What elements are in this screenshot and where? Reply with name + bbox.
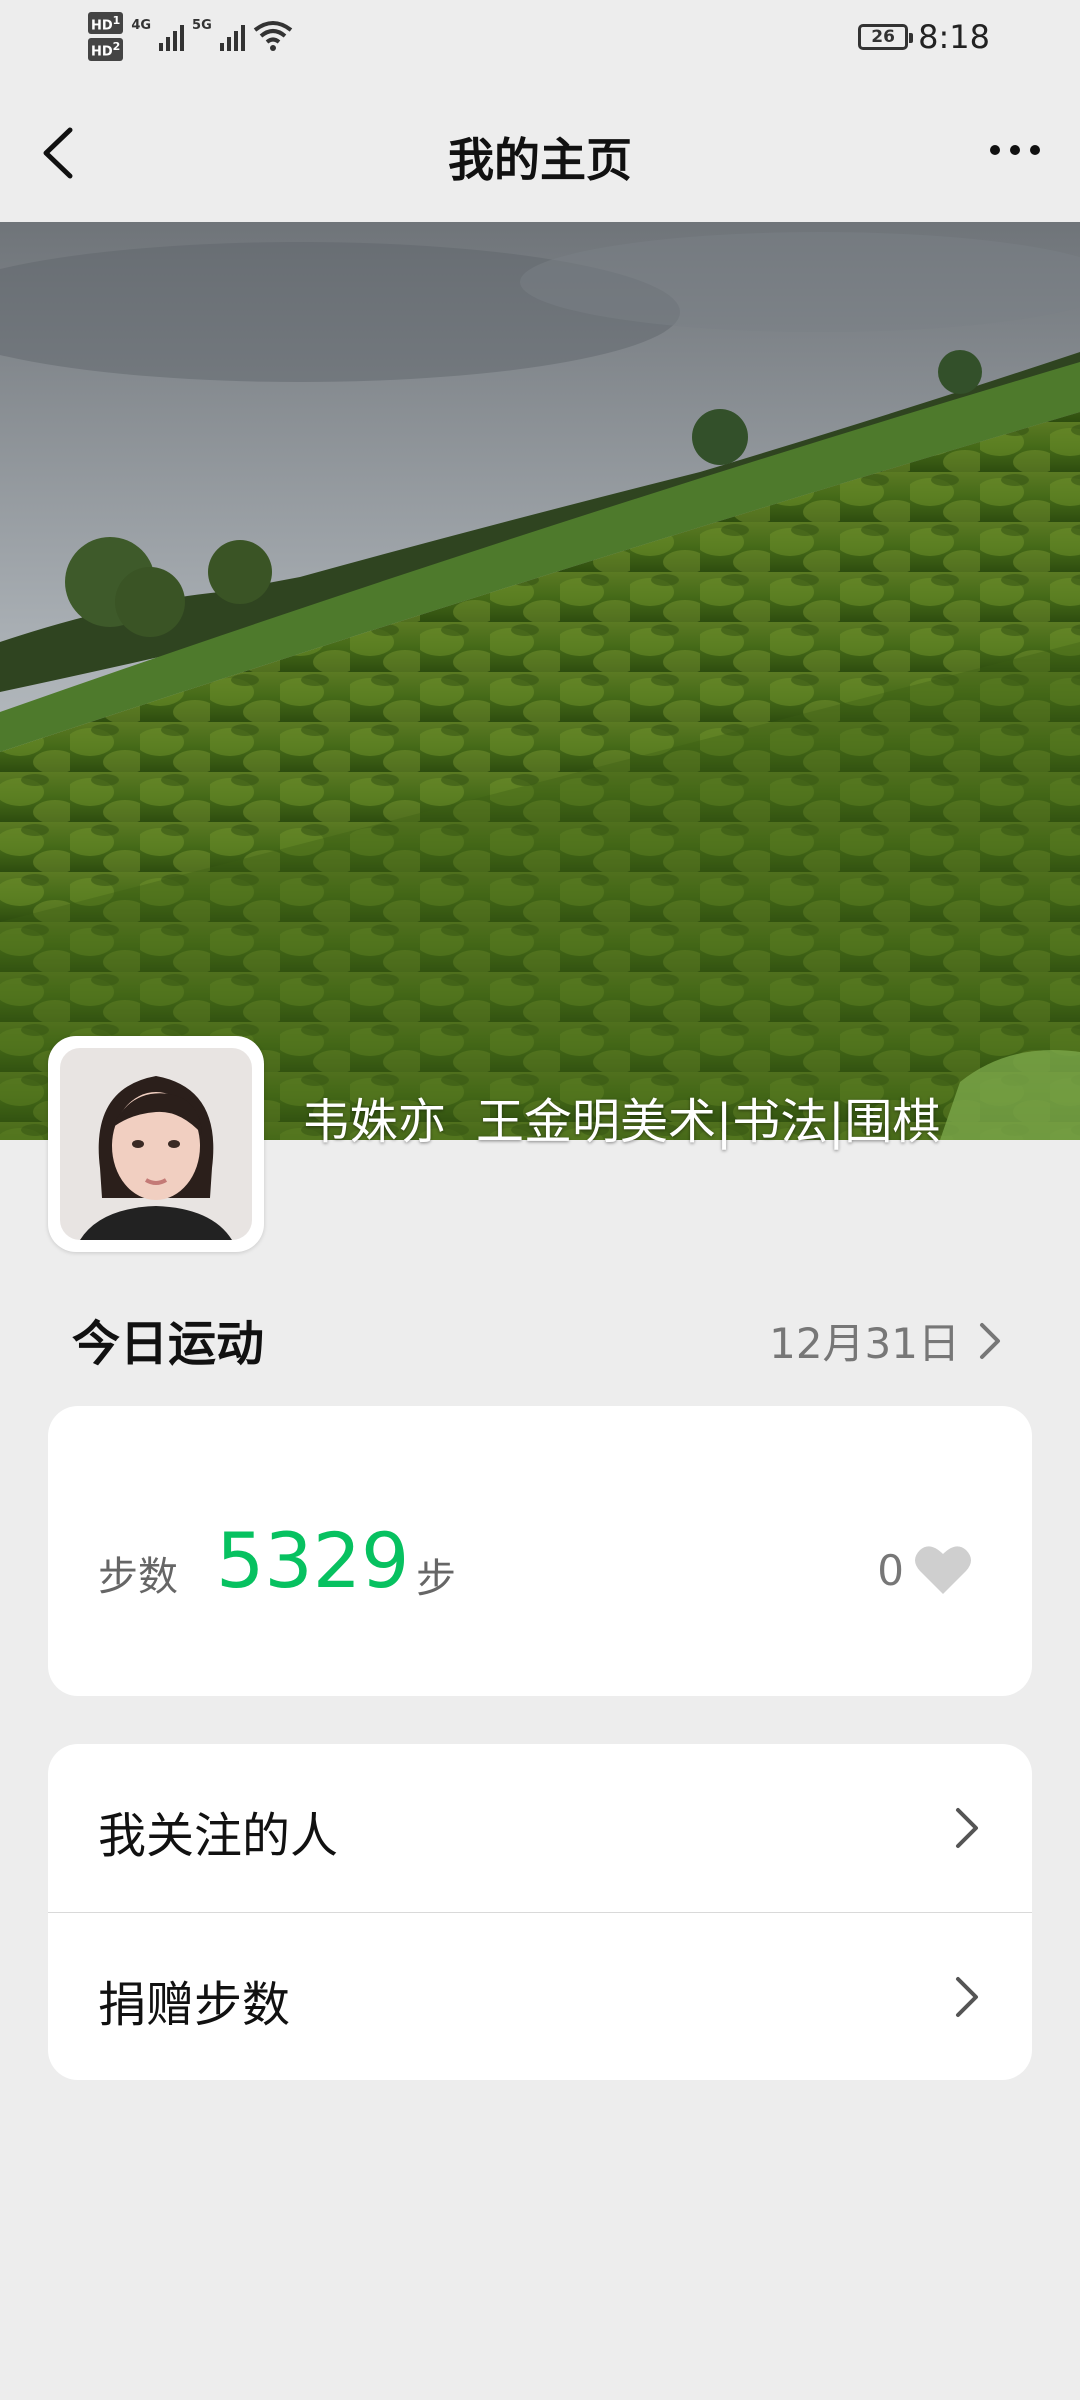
chevron-right-icon: [956, 1977, 978, 2017]
today-date: 12月31日: [769, 1319, 960, 1368]
today-date-link[interactable]: 12月31日: [769, 1310, 1002, 1371]
page-title: 我的主页: [448, 133, 632, 187]
nav-bar: 我的主页: [0, 80, 1080, 222]
hd2-badge: HD2: [88, 38, 124, 61]
status-bar: HD1 HD2 4G 5G 26 8:18: [0, 0, 1080, 80]
menu-item-donate-steps[interactable]: 捐赠步数: [48, 1912, 1032, 2080]
more-dot-icon: [1010, 145, 1020, 155]
like-count: 0: [877, 1546, 904, 1595]
status-time: 8:18: [918, 18, 990, 56]
steps-unit: 步: [416, 1556, 456, 1602]
menu-card: 我关注的人 捐赠步数: [48, 1744, 1032, 2080]
network-5g-label: 5G: [192, 18, 212, 33]
wifi-icon: [253, 21, 292, 52]
more-button[interactable]: [980, 120, 1050, 180]
chevron-right-icon: [980, 1322, 1000, 1359]
field-landscape-image: [0, 222, 1080, 1140]
status-left: HD1 HD2 4G 5G: [88, 12, 293, 61]
heart-icon[interactable]: [914, 1544, 972, 1596]
chevron-right-icon: [956, 1808, 978, 1848]
avatar[interactable]: [48, 1036, 264, 1252]
signal-icon: [219, 21, 245, 52]
more-dot-icon: [990, 145, 1000, 155]
battery-icon: 26: [858, 24, 914, 50]
steps-card[interactable]: 步数 5329 步 0: [48, 1406, 1032, 1696]
battery-level: 26: [871, 27, 895, 47]
today-exercise-title: 今日运动: [72, 1316, 265, 1372]
status-right: 26 8:18: [858, 18, 990, 56]
hd1-badge: HD1: [88, 12, 124, 35]
menu-item-label: 捐赠步数: [98, 1977, 291, 2033]
steps-count: 5329: [216, 1516, 410, 1605]
profile-signature: 王金明美术|书法|围棋: [476, 1094, 941, 1150]
steps-label: 步数: [98, 1554, 178, 1600]
menu-item-label: 我关注的人: [98, 1808, 339, 1864]
more-dot-icon: [1030, 145, 1040, 155]
profile-name: 韦姝亦: [302, 1094, 447, 1150]
avatar-portrait-image: [60, 1048, 252, 1240]
menu-item-following[interactable]: 我关注的人: [48, 1744, 1032, 1912]
signal-icon: [159, 21, 185, 52]
profile-name-line: 韦姝亦 王金明美术|书法|围棋: [302, 1082, 940, 1152]
cover-image[interactable]: [0, 222, 1080, 1140]
network-4g-label: 4G: [131, 18, 152, 33]
